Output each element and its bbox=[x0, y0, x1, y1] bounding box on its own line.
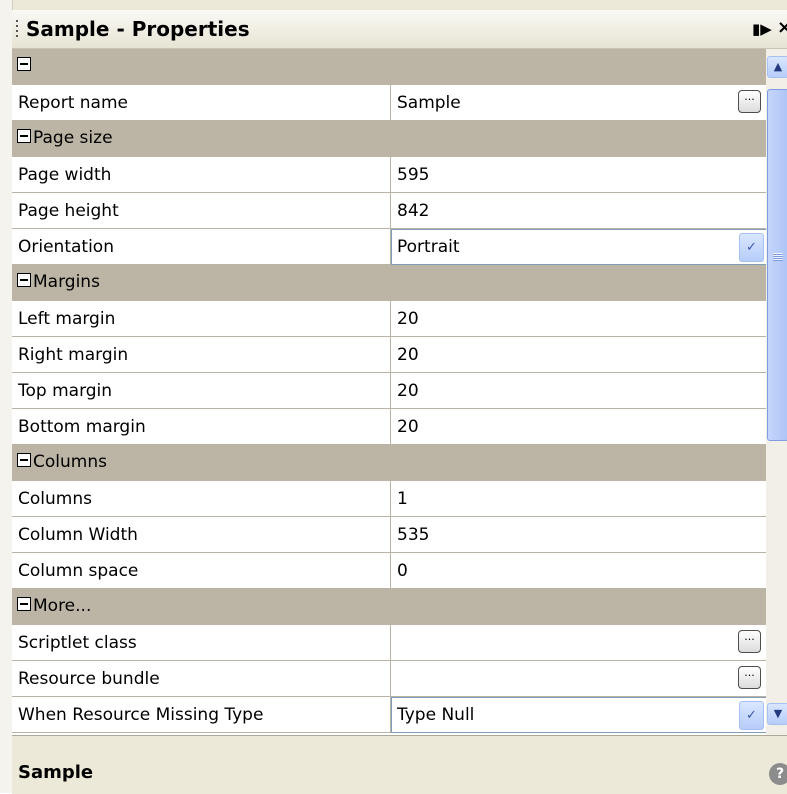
category-label: More... bbox=[33, 596, 92, 616]
ellipsis-button[interactable]: ... bbox=[738, 666, 761, 689]
select-value: Portrait bbox=[397, 237, 460, 257]
property-value[interactable]: 1 bbox=[397, 489, 408, 509]
property-name: Page width bbox=[18, 165, 112, 185]
orientation-select[interactable]: Portrait ✓ bbox=[391, 229, 766, 265]
property-name: Page height bbox=[18, 201, 119, 221]
close-icon[interactable]: × bbox=[777, 17, 787, 38]
scroll-up-button[interactable]: ▲ bbox=[767, 56, 787, 78]
collapse-icon[interactable] bbox=[17, 57, 31, 71]
property-name: Scriptlet class bbox=[18, 633, 137, 653]
property-row-bottom-margin[interactable]: Bottom margin 20 bbox=[12, 409, 766, 445]
category-columns[interactable]: Columns bbox=[12, 445, 766, 481]
property-name: Report name bbox=[18, 93, 128, 113]
property-row-resource-bundle[interactable]: Resource bundle ... bbox=[12, 661, 766, 697]
select-value: Type Null bbox=[397, 705, 475, 725]
title-bar[interactable]: Sample - Properties ▮▶ × bbox=[12, 10, 787, 49]
property-value[interactable]: 595 bbox=[397, 165, 429, 185]
scroll-thumb[interactable] bbox=[767, 89, 787, 441]
property-row-report-name[interactable]: Report name Sample... bbox=[12, 85, 766, 121]
category-label: Columns bbox=[33, 452, 107, 472]
grip-icon[interactable] bbox=[16, 20, 18, 38]
when-resource-missing-select[interactable]: Type Null ✓ bbox=[391, 697, 766, 733]
property-name: Top margin bbox=[18, 381, 113, 401]
category-root[interactable] bbox=[12, 49, 766, 85]
vertical-scrollbar[interactable]: ▲ ▼ bbox=[766, 49, 787, 735]
property-name: Resource bundle bbox=[18, 669, 160, 689]
chevron-down-icon[interactable]: ✓ bbox=[739, 701, 764, 730]
property-name: Columns bbox=[18, 489, 92, 509]
property-value[interactable]: 0 bbox=[397, 561, 408, 581]
selected-name: Sample bbox=[18, 762, 94, 783]
property-row-scriptlet-class[interactable]: Scriptlet class ... bbox=[12, 625, 766, 661]
ellipsis-button[interactable]: ... bbox=[738, 630, 761, 653]
scroll-down-button[interactable]: ▼ bbox=[767, 703, 787, 725]
category-label: Page size bbox=[33, 128, 113, 148]
property-name: Right margin bbox=[18, 345, 129, 365]
chevron-down-icon[interactable]: ✓ bbox=[739, 233, 764, 262]
property-row-orientation[interactable]: Orientation Portrait ✓ bbox=[12, 229, 766, 265]
panel-title: Sample - Properties bbox=[26, 17, 250, 41]
property-value[interactable]: 20 bbox=[397, 417, 419, 437]
property-row-columns[interactable]: Columns 1 bbox=[12, 481, 766, 517]
property-row-page-height[interactable]: Page height 842 bbox=[12, 193, 766, 229]
grip-icon bbox=[773, 253, 783, 261]
property-row-top-margin[interactable]: Top margin 20 bbox=[12, 373, 766, 409]
collapse-icon[interactable] bbox=[17, 129, 31, 143]
collapse-icon[interactable] bbox=[17, 453, 31, 467]
category-margins[interactable]: Margins bbox=[12, 265, 766, 301]
property-row-column-space[interactable]: Column space 0 bbox=[12, 553, 766, 589]
property-value[interactable]: Sample bbox=[397, 93, 461, 113]
properties-panel: Sample - Properties ▮▶ × Report name Sam… bbox=[0, 0, 787, 794]
property-row-right-margin[interactable]: Right margin 20 bbox=[12, 337, 766, 373]
property-name: Left margin bbox=[18, 309, 116, 329]
category-label: Margins bbox=[33, 272, 100, 292]
property-name: When Resource Missing Type bbox=[18, 705, 264, 725]
property-row-column-width[interactable]: Column Width 535 bbox=[12, 517, 766, 553]
property-name: Orientation bbox=[18, 237, 114, 257]
description-footer: Sample ? bbox=[12, 735, 787, 794]
property-name: Bottom margin bbox=[18, 417, 146, 437]
property-grid: Report name Sample... Page size Page wid… bbox=[12, 49, 766, 735]
property-name: Column Width bbox=[18, 525, 138, 545]
property-value[interactable]: 842 bbox=[397, 201, 429, 221]
ellipsis-button[interactable]: ... bbox=[738, 90, 761, 113]
property-name: Column space bbox=[18, 561, 139, 581]
property-row-when-resource-missing[interactable]: When Resource Missing Type Type Null ✓ bbox=[12, 697, 766, 733]
collapse-icon[interactable] bbox=[17, 273, 31, 287]
property-value[interactable]: 535 bbox=[397, 525, 429, 545]
property-value[interactable]: 20 bbox=[397, 381, 419, 401]
help-icon[interactable]: ? bbox=[769, 763, 787, 785]
property-value[interactable]: 20 bbox=[397, 345, 419, 365]
category-page-size[interactable]: Page size bbox=[12, 121, 766, 157]
pin-icon[interactable]: ▮▶ bbox=[752, 20, 772, 38]
property-value[interactable]: 20 bbox=[397, 309, 419, 329]
property-row-page-width[interactable]: Page width 595 bbox=[12, 157, 766, 193]
property-row-left-margin[interactable]: Left margin 20 bbox=[12, 301, 766, 337]
collapse-icon[interactable] bbox=[17, 597, 31, 611]
category-more[interactable]: More... bbox=[12, 589, 766, 625]
